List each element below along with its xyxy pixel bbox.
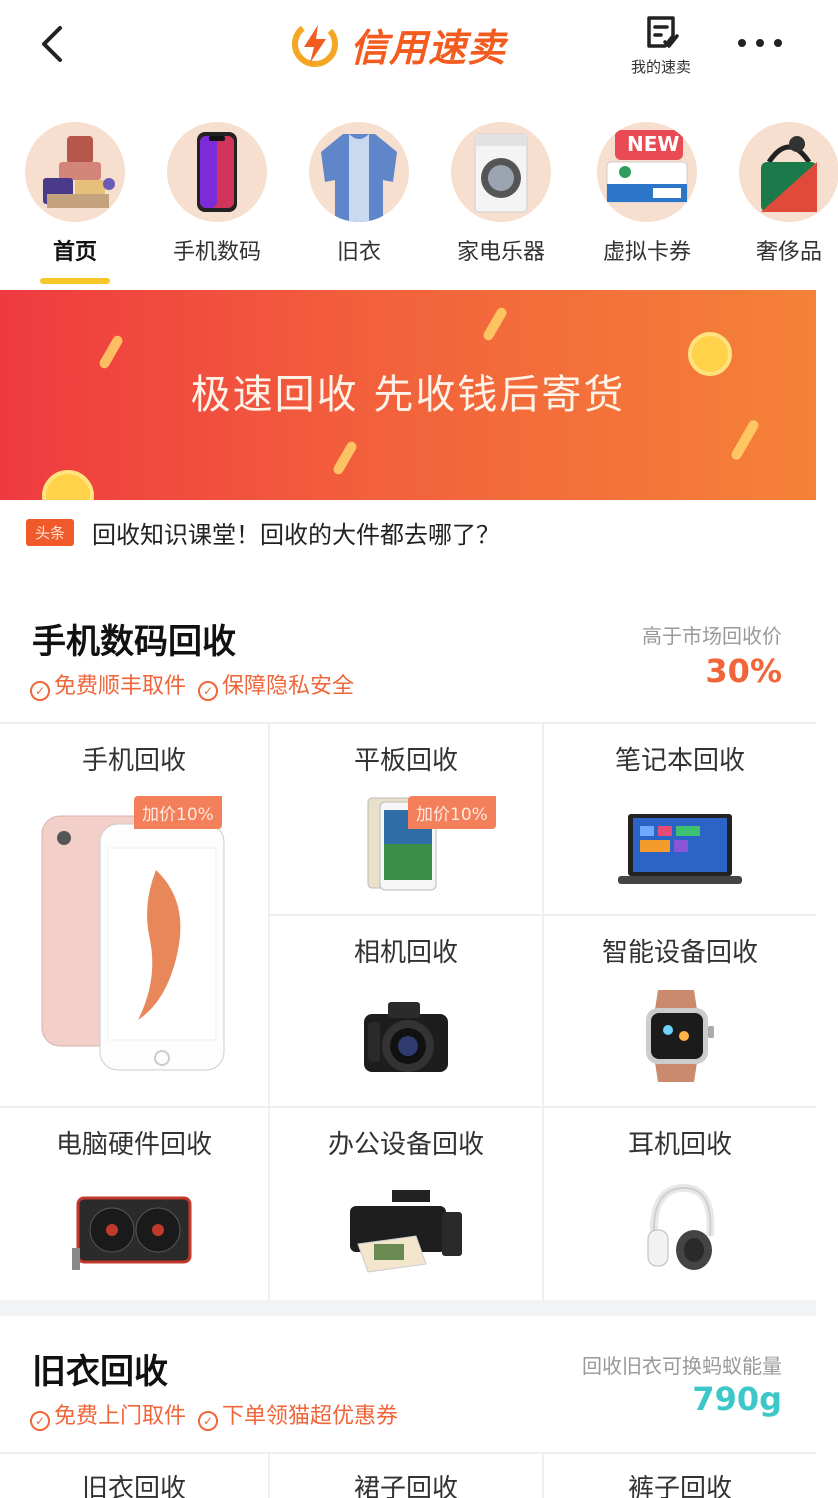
home-category-image xyxy=(25,122,125,222)
tab-label: 手机数码 xyxy=(172,240,261,265)
energy-reward-label: 回收旧衣可换蚂蚁能量 xyxy=(582,1354,782,1378)
coin-streak-decoration xyxy=(331,439,359,477)
camera-recycle-card[interactable]: 相机回收 xyxy=(270,916,542,1106)
card-title: 耳机回收 xyxy=(627,1130,732,1160)
benefit-item: ✓ 下单领猫超优惠券 xyxy=(198,1398,398,1431)
section-benefits: ✓ 免费顺丰取件 ✓ 保障隐私安全 xyxy=(30,668,354,701)
back-button[interactable] xyxy=(32,22,72,66)
tab-label: 旧衣 xyxy=(336,240,381,265)
news-text: 回收知识课堂！回收的大件都去哪了？ xyxy=(92,520,501,549)
tab-label: 家电乐器 xyxy=(456,240,545,265)
coin-streak-decoration xyxy=(729,418,761,462)
printer-image xyxy=(350,1190,462,1273)
headphones-recycle-card[interactable]: 耳机回收 xyxy=(544,1108,816,1300)
benefit-text: 保障隐私安全 xyxy=(222,674,355,699)
laptop-recycle-card[interactable]: 笔记本回收 xyxy=(544,724,816,914)
tab-luxury[interactable]: 奢侈品 xyxy=(724,118,838,266)
card-title: 办公设备回收 xyxy=(327,1130,484,1160)
camera-image xyxy=(364,1002,448,1072)
price-advantage-label: 高于市场回收价 xyxy=(642,624,782,648)
lightning-logo-icon xyxy=(292,21,338,67)
skirt-recycle-card[interactable]: 裙子回收 xyxy=(270,1454,542,1498)
computer-hardware-recycle-card[interactable]: 电脑硬件回收 xyxy=(0,1108,268,1300)
check-circle-icon: ✓ xyxy=(30,1411,50,1431)
iphone-image xyxy=(41,815,225,1071)
check-circle-icon: ✓ xyxy=(30,681,50,701)
top-bar: 信用速卖 我的速卖 xyxy=(0,0,838,100)
section-title-digital: 手机数码回收 xyxy=(32,622,236,662)
news-tag: 头条 xyxy=(26,518,75,546)
energy-reward-value: 790g xyxy=(692,1380,782,1418)
benefit-text: 下单领猫超优惠券 xyxy=(222,1404,399,1429)
card-title: 智能设备回收 xyxy=(601,938,758,968)
price-bonus-tag: 加价10% xyxy=(134,796,222,829)
card-title: 手机回收 xyxy=(81,746,186,776)
tab-appliances-instruments[interactable]: 家电乐器 xyxy=(436,118,566,266)
old-clothes-recycle-card[interactable]: 旧衣回收 xyxy=(0,1454,268,1498)
washer-category-image xyxy=(451,122,551,222)
card-title: 旧衣回收 xyxy=(81,1474,186,1498)
logo-text: 信用速卖 xyxy=(350,25,507,70)
benefit-item: ✓ 免费顺丰取件 xyxy=(30,668,186,701)
headphones-image xyxy=(647,1183,715,1270)
laptop-image xyxy=(618,814,742,884)
section-separator xyxy=(0,1300,816,1316)
tab-label: 虚拟卡券 xyxy=(602,240,691,265)
phone-recycle-card[interactable]: 手机回收 加价10% xyxy=(0,724,268,1106)
check-circle-icon: ✓ xyxy=(198,1411,219,1431)
coin-streak-decoration xyxy=(481,305,509,343)
office-equipment-recycle-card[interactable]: 办公设备回收 xyxy=(270,1108,542,1300)
card-title: 笔记本回收 xyxy=(614,746,745,776)
coin-icon xyxy=(42,470,94,500)
card-category-image: NEW xyxy=(597,122,697,222)
app-logo: 信用速卖 xyxy=(290,16,506,72)
price-advantage-value: 30% xyxy=(705,652,782,690)
benefit-text: 免费上门取件 xyxy=(54,1404,187,1429)
clothes-category-image xyxy=(309,122,409,222)
my-sell-label: 我的速卖 xyxy=(630,58,691,76)
smart-device-recycle-card[interactable]: 智能设备回收 xyxy=(544,916,816,1106)
active-tab-indicator xyxy=(40,278,110,284)
luxury-category-image xyxy=(739,122,838,222)
benefit-item: ✓ 保障隐私安全 xyxy=(198,668,354,701)
card-title: 电脑硬件回收 xyxy=(55,1130,212,1160)
check-circle-icon: ✓ xyxy=(198,681,219,701)
card-title: 裙子回收 xyxy=(353,1474,458,1498)
graphics-card-image xyxy=(72,1196,192,1270)
dot-icon xyxy=(738,39,746,47)
tab-label: 奢侈品 xyxy=(755,240,822,265)
dot-icon xyxy=(756,39,764,47)
card-title: 裤子回收 xyxy=(627,1474,732,1498)
my-sell-button[interactable]: 我的速卖 xyxy=(615,12,707,77)
tab-phones-digital[interactable]: 手机数码 xyxy=(152,118,282,266)
price-bonus-tag: 加价10% xyxy=(408,796,496,829)
section-title-clothes: 旧衣回收 xyxy=(32,1352,168,1392)
section-benefits: ✓ 免费上门取件 ✓ 下单领猫超优惠券 xyxy=(30,1398,398,1431)
order-list-icon xyxy=(647,16,679,48)
tab-old-clothes[interactable]: 旧衣 xyxy=(294,118,424,266)
card-title: 平板回收 xyxy=(353,746,458,776)
tab-virtual-vouchers[interactable]: NEW 虚拟卡券 xyxy=(582,118,712,266)
phone-category-image xyxy=(167,122,267,222)
benefit-text: 免费顺丰取件 xyxy=(54,674,187,699)
dot-icon xyxy=(774,39,782,47)
tab-home[interactable]: 首页 xyxy=(10,118,140,284)
benefit-item: ✓ 免费上门取件 xyxy=(30,1398,186,1431)
chevron-left-icon xyxy=(42,26,62,62)
category-tabs: 首页 手机数码 旧衣 家电乐器 NEW 虚拟卡券 奢侈品 xyxy=(0,118,838,288)
tablet-recycle-card[interactable]: 平板回收 加价10% xyxy=(270,724,542,914)
tab-label: 首页 xyxy=(52,240,97,265)
promo-banner[interactable]: 极速回收 先收钱后寄货 xyxy=(0,290,816,500)
new-badge: NEW xyxy=(627,132,680,156)
pants-recycle-card[interactable]: 裤子回收 xyxy=(544,1454,816,1498)
smartwatch-image xyxy=(646,990,714,1082)
card-title: 相机回收 xyxy=(353,938,458,968)
headline-news[interactable]: 头条 回收知识课堂！回收的大件都去哪了？ xyxy=(26,514,500,550)
more-options-button[interactable] xyxy=(734,28,786,58)
banner-headline: 极速回收 先收钱后寄货 xyxy=(190,372,626,418)
